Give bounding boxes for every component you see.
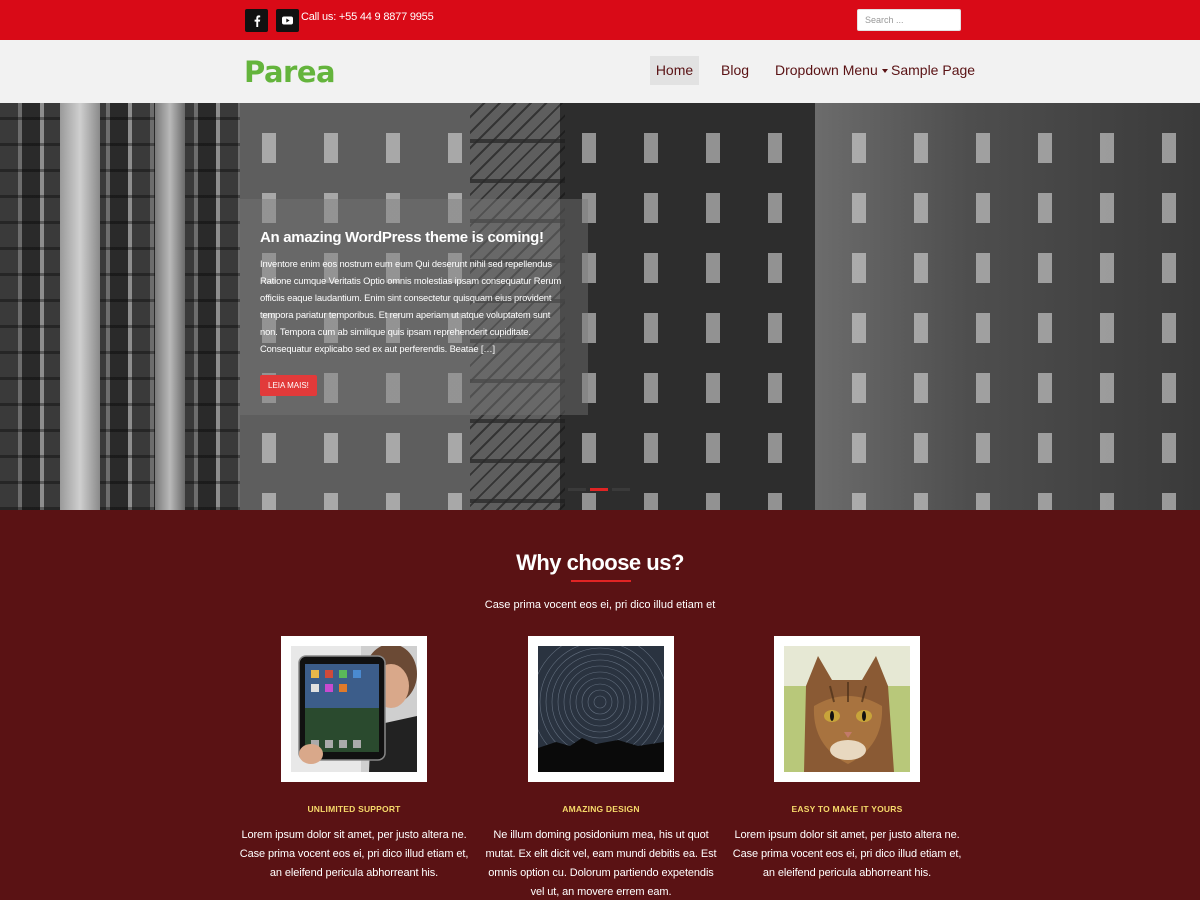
feature-image-frame	[281, 636, 427, 782]
slider-dot[interactable]	[612, 488, 630, 491]
nav-item-sample-page[interactable]: Sample Page	[891, 56, 975, 85]
feature-item: UNLIMITED SUPPORT Lorem ipsum dolor sit …	[234, 636, 474, 883]
site-header: Parea Home Blog Dropdown Menu Sample Pag…	[0, 40, 1200, 103]
youtube-icon[interactable]	[276, 9, 299, 32]
feature-title: EASY TO MAKE IT YOURS	[791, 804, 903, 814]
nav-item-home[interactable]: Home	[650, 56, 699, 85]
title-underline	[571, 580, 631, 582]
top-bar: Call us: +55 44 9 8877 9955	[0, 0, 1200, 40]
features-section: Why choose us? Case prima vocent eos ei,…	[0, 510, 1200, 900]
section-title: Why choose us?	[516, 550, 684, 575]
hero-slider: An amazing WordPress theme is coming! In…	[0, 103, 1200, 510]
feature-title: AMAZING DESIGN	[562, 804, 640, 814]
nav-item-blog[interactable]: Blog	[721, 56, 749, 85]
feature-item: AMAZING DESIGN Ne illum doming posidoniu…	[481, 636, 721, 900]
slider-dot[interactable]	[568, 488, 586, 491]
facebook-icon[interactable]	[245, 9, 268, 32]
site-logo[interactable]: Parea	[244, 55, 336, 89]
feature-image-frame	[774, 636, 920, 782]
hero-caption: An amazing WordPress theme is coming! In…	[240, 199, 588, 415]
nav-item-dropdown-menu[interactable]: Dropdown Menu	[775, 56, 888, 85]
feature-text: Ne illum doming posidonium mea, his ut q…	[485, 829, 717, 898]
hero-title: An amazing WordPress theme is coming!	[260, 229, 544, 246]
feature-item: EASY TO MAKE IT YOURS Lorem ipsum dolor …	[727, 636, 967, 883]
hero-background-windows	[830, 103, 1200, 510]
star-trails-photo	[538, 646, 664, 772]
hero-background-windows	[560, 103, 815, 510]
section-subtitle: Case prima vocent eos ei, pri dico illud…	[484, 599, 716, 611]
nav-item-label: Dropdown Menu	[775, 62, 878, 78]
read-more-button[interactable]: LEIA MAIS!	[260, 375, 317, 396]
tablet-photo	[291, 646, 417, 772]
search-input[interactable]	[857, 9, 961, 31]
hero-background-tower	[155, 103, 185, 510]
call-us-text: Call us: +55 44 9 8877 9955	[301, 11, 434, 23]
hero-text: Inventore enim eos nostrum eum eum Qui d…	[260, 258, 562, 354]
hero-background-windows	[0, 103, 260, 510]
hero-background-tower	[60, 103, 100, 510]
feature-image-frame	[528, 636, 674, 782]
feature-text: Lorem ipsum dolor sit amet, per justo al…	[239, 829, 469, 879]
feature-title: UNLIMITED SUPPORT	[307, 804, 401, 814]
feature-text: Lorem ipsum dolor sit amet, per justo al…	[732, 829, 962, 879]
caret-down-icon	[881, 69, 888, 74]
cat-photo	[784, 646, 910, 772]
slider-dot-active[interactable]	[590, 488, 608, 491]
slider-pagination	[568, 488, 630, 491]
